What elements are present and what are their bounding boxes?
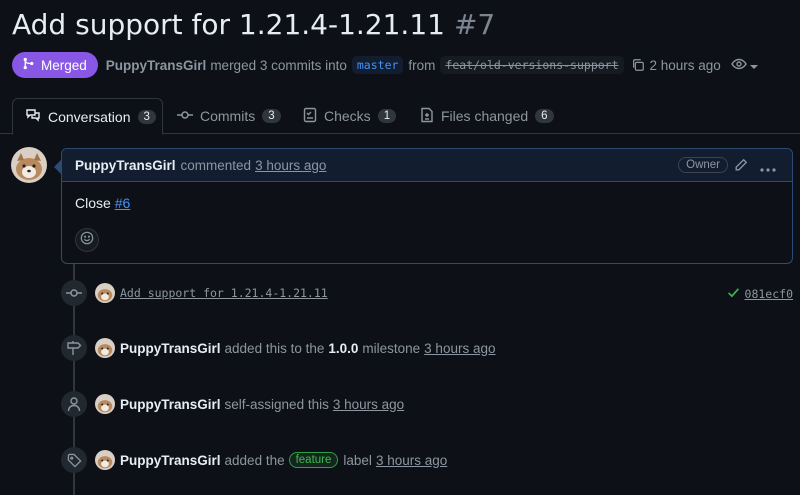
person-icon	[61, 391, 87, 417]
commit-icon	[177, 107, 193, 126]
pr-meta: Merged PuppyTransGirl merged 3 commits i…	[12, 52, 758, 78]
pr-author-link[interactable]: PuppyTransGirl	[106, 58, 207, 73]
timeline-commit: Add support for 1.21.4-1.21.11	[61, 280, 328, 306]
avatar[interactable]	[95, 394, 115, 414]
copy-icon[interactable]	[631, 58, 645, 72]
avatar[interactable]	[95, 338, 115, 358]
tab-label: Commits	[200, 108, 256, 124]
comment-time[interactable]: 3 hours ago	[255, 158, 326, 173]
comment-actions	[734, 158, 776, 177]
tab-label: Conversation	[48, 108, 131, 125]
tab-count: 1	[377, 109, 397, 123]
checklist-icon	[303, 107, 317, 126]
owner-badge: Owner	[678, 157, 728, 173]
merge-icon	[22, 57, 35, 73]
pr-title-row: Add support for 1.21.4-1.21.11 #7	[12, 8, 495, 41]
event-text: milestone	[362, 340, 421, 356]
merged-state-badge: Merged	[12, 52, 98, 78]
timeline-label: PuppyTransGirl added the feature label 3…	[61, 447, 447, 473]
from-text: from	[408, 57, 436, 73]
milestone-link[interactable]: 1.0.0	[328, 341, 358, 356]
tab-count: 3	[262, 109, 281, 123]
issue-link[interactable]: #6	[115, 195, 131, 211]
merged-time: 2 hours ago	[649, 57, 721, 73]
pencil-icon[interactable]	[734, 158, 748, 177]
tab-checks[interactable]: Checks 1	[303, 98, 397, 134]
comment-action: commented	[180, 157, 252, 173]
tab-label: Files changed	[441, 108, 529, 124]
merge-text: merged 3 commits into	[210, 57, 347, 73]
event-text: self-assigned this	[224, 396, 329, 412]
pr-tabs: Conversation 3 Commits 3 Checks 1 Files …	[0, 98, 800, 135]
event-author[interactable]: PuppyTransGirl	[120, 453, 221, 468]
tab-conversation[interactable]: Conversation 3	[12, 98, 163, 135]
event-time[interactable]: 3 hours ago	[424, 341, 495, 356]
check-icon[interactable]	[727, 286, 740, 302]
tab-count: 6	[535, 109, 554, 123]
timeline-milestone: PuppyTransGirl added this to the 1.0.0 m…	[61, 335, 495, 361]
milestone-icon	[61, 335, 87, 361]
feature-label-badge[interactable]: feature	[288, 452, 339, 468]
commit-message-link[interactable]: Add support for 1.21.4-1.21.11	[120, 286, 328, 300]
comment-author[interactable]: PuppyTransGirl	[75, 158, 176, 173]
event-text: added the	[224, 452, 285, 468]
comment-icon	[25, 107, 41, 126]
tab-commits[interactable]: Commits 3	[177, 98, 281, 134]
timeline-assign: PuppyTransGirl self-assigned this 3 hour…	[61, 391, 404, 417]
tag-icon	[61, 447, 87, 473]
avatar[interactable]	[95, 283, 115, 303]
commit-icon	[61, 280, 87, 306]
tab-label: Checks	[324, 108, 371, 124]
comment-body: Close #6	[62, 182, 792, 211]
pr-number: #7	[453, 8, 496, 41]
base-branch[interactable]: master	[351, 56, 404, 74]
event-author[interactable]: PuppyTransGirl	[120, 397, 221, 412]
kebab-icon[interactable]	[760, 159, 776, 177]
event-text: label	[343, 452, 372, 468]
eye-icon	[731, 57, 747, 74]
commit-sha-area: 081ecf0	[727, 286, 793, 302]
event-author[interactable]: PuppyTransGirl	[120, 341, 221, 356]
head-branch[interactable]: feat/old-versions-support	[440, 56, 624, 74]
add-reaction-button[interactable]	[75, 228, 99, 252]
commit-sha-link[interactable]: 081ecf0	[745, 287, 793, 301]
event-time[interactable]: 3 hours ago	[333, 397, 404, 412]
avatar[interactable]	[95, 450, 115, 470]
tab-files-changed[interactable]: Files changed 6	[420, 98, 554, 134]
watch-toggle[interactable]	[731, 57, 758, 74]
smiley-icon	[80, 231, 94, 250]
event-time[interactable]: 3 hours ago	[376, 453, 447, 468]
event-text: added this to the	[224, 340, 325, 356]
comment-card: PuppyTransGirl commented 3 hours ago Own…	[54, 148, 793, 264]
file-diff-icon	[420, 107, 434, 126]
comment-text: Close	[75, 195, 111, 211]
pr-title: Add support for 1.21.4-1.21.11	[12, 8, 445, 41]
tab-count: 3	[137, 109, 156, 124]
chevron-down-icon	[749, 58, 758, 73]
avatar[interactable]	[11, 147, 47, 183]
merged-state-label: Merged	[41, 57, 87, 73]
